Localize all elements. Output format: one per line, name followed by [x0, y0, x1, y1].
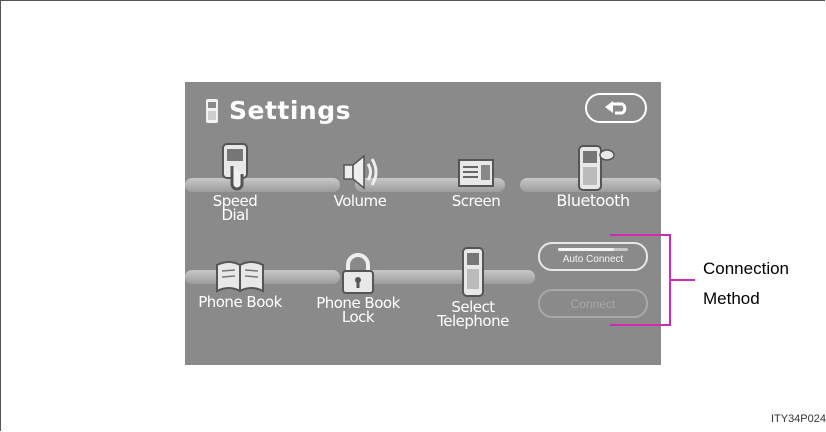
auto-connect-button[interactable]: Auto Connect — [538, 242, 648, 271]
connection-progress-track — [558, 248, 628, 251]
callout-bracket-top — [610, 234, 670, 236]
speed-dial-icon — [222, 143, 248, 191]
phone-book-button[interactable]: Phone Book — [190, 257, 290, 311]
auto-connect-label: Auto Connect — [562, 254, 624, 265]
screen-label: Screen — [451, 192, 501, 210]
connection-progress-fill — [558, 248, 614, 251]
figure-code: ITY34P024 — [770, 413, 826, 425]
phone-icon — [206, 98, 218, 123]
connect-button[interactable]: Connect — [538, 289, 648, 318]
callout-label-line1: Connection — [703, 259, 790, 278]
callout-pointer — [671, 279, 695, 281]
speed-dial-label: Speed Dial — [212, 192, 258, 224]
callout-bracket-bottom — [610, 324, 670, 326]
callout-label-line2: Method — [703, 289, 760, 308]
lock-icon — [342, 253, 374, 294]
telephone-icon — [462, 247, 484, 297]
screen-header: Settings — [205, 96, 351, 125]
bluetooth-button[interactable]: Bluetooth — [543, 142, 643, 210]
phone-book-lock-button[interactable]: Phone Book Lock — [313, 252, 403, 326]
phone-book-label: Phone Book — [198, 293, 282, 311]
speed-dial-button[interactable]: Speed Dial — [205, 142, 265, 224]
back-button[interactable] — [585, 93, 647, 123]
back-arrow-icon — [605, 101, 627, 115]
settings-screen: Settings Speed Dial Volume Screen Blueto… — [185, 82, 661, 365]
screen-button[interactable]: Screen — [446, 154, 506, 210]
bluetooth-label: Bluetooth — [556, 191, 630, 210]
screen-icon — [458, 159, 494, 187]
select-telephone-label: Select Telephone — [437, 298, 509, 330]
bluetooth-phone-icon — [578, 145, 615, 191]
phone-book-icon — [216, 261, 264, 293]
volume-label: Volume — [333, 192, 387, 210]
volume-icon — [343, 154, 378, 190]
phone-book-lock-label: Phone Book Lock — [316, 294, 400, 326]
select-telephone-button[interactable]: Select Telephone — [428, 246, 518, 330]
volume-button[interactable]: Volume — [325, 150, 395, 210]
connect-label: Connect — [570, 296, 616, 311]
page-title: Settings — [229, 96, 352, 125]
